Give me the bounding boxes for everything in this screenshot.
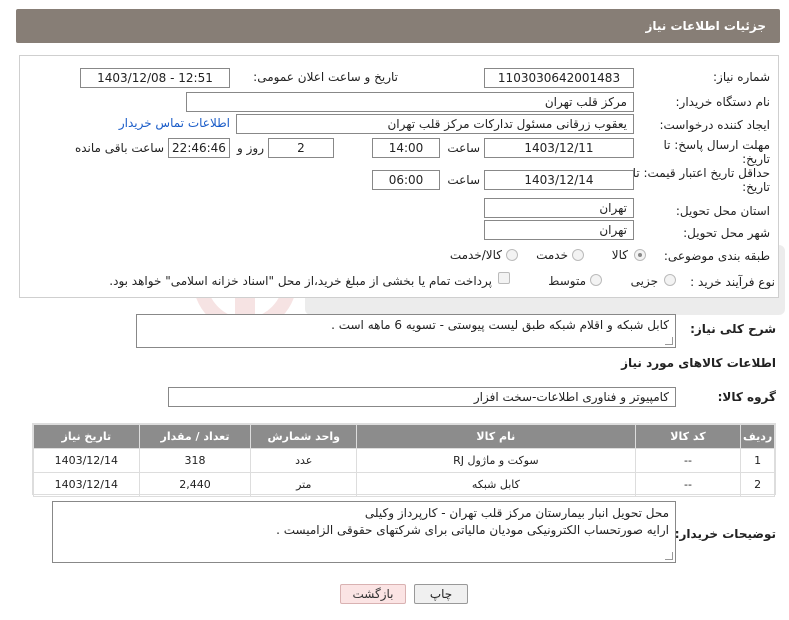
col-unit: واحد شمارش	[250, 424, 358, 449]
validity-time-label: ساعت	[447, 173, 480, 187]
col-code: کد کالا	[634, 424, 742, 449]
validity-label: حداقل تاریخ اعتبار قیمت: تا	[632, 166, 770, 180]
province-field: تهران	[484, 198, 634, 218]
category-radio-goods[interactable]	[634, 249, 646, 261]
col-name: نام کالا	[356, 424, 636, 449]
contact-link[interactable]: اطلاعات تماس خریدار	[110, 116, 230, 130]
reply-deadline-label: مهلت ارسال پاسخ: تا	[663, 138, 770, 152]
validity-label-2: تاریخ:	[742, 180, 770, 194]
creator-field: یعقوب زرقانی مسئول تدارکات مرکز قلب تهرا…	[236, 114, 634, 134]
cell-qty: 2,440	[138, 472, 252, 497]
process-label: نوع فرآیند خرید :	[690, 275, 775, 289]
cell-index: 2	[740, 472, 775, 497]
reply-date-field: 1403/12/11	[484, 138, 634, 158]
buyer-org-field: مرکز قلب تهران	[186, 92, 634, 112]
cell-unit: عدد	[250, 448, 358, 473]
reply-time-label: ساعت	[447, 141, 480, 155]
process-radio-medium[interactable]	[590, 274, 602, 286]
goods-group-field: کامپیوتر و فناوری اطلاعات-سخت افزار	[168, 387, 676, 407]
remaining-label: ساعت باقی مانده	[74, 141, 164, 155]
goods-table-wrap: ردیف کد کالا نام کالا واحد شمارش تعداد /…	[32, 423, 776, 497]
process-option-medium: متوسط	[548, 274, 586, 288]
cell-date: 1403/12/14	[33, 448, 140, 473]
city-field: تهران	[484, 220, 634, 240]
cell-unit: متر	[250, 472, 358, 497]
buyer-notes-textarea[interactable]: محل تحویل انبار بیمارستان مرکز قلب تهران…	[52, 501, 676, 563]
cell-code: --	[634, 448, 742, 473]
buyer-notes-line-1: محل تحویل انبار بیمارستان مرکز قلب تهران…	[364, 506, 669, 520]
col-qty: تعداد / مقدار	[138, 424, 252, 449]
need-number-field: 1103030642001483	[484, 68, 634, 88]
cell-name: سوکت و ماژول RJ	[356, 448, 636, 473]
cell-index: 1	[740, 448, 775, 473]
table-header-row: ردیف کد کالا نام کالا واحد شمارش تعداد /…	[33, 424, 775, 449]
description-label: شرح کلی نیاز:	[690, 322, 776, 336]
category-radio-service[interactable]	[572, 249, 584, 261]
category-option-service: خدمت	[536, 248, 568, 262]
process-option-minor: جزیی	[630, 274, 658, 288]
table-row: 2 -- کابل شبکه متر 2,440 1403/12/14	[33, 472, 775, 497]
reply-deadline-label-2: تاریخ:	[742, 152, 770, 166]
category-option-both: کالا/خدمت	[449, 248, 502, 262]
buyer-notes-line-2: ارایه صورتحساب الکترونیکی مودیان مالیاتی…	[276, 523, 669, 537]
buyer-org-label: نام دستگاه خریدار:	[675, 95, 771, 109]
cell-name: کابل شبکه	[356, 472, 636, 497]
treasury-checkbox[interactable]	[498, 272, 510, 284]
days-label: روز و	[237, 141, 264, 155]
need-number-label: شماره نیاز:	[713, 70, 770, 84]
goods-section-title: اطلاعات کالاهای مورد نیاز	[621, 356, 776, 370]
page-header: جزئیات اطلاعات نیاز	[16, 9, 780, 43]
goods-table: ردیف کد کالا نام کالا واحد شمارش تعداد /…	[33, 424, 775, 497]
category-label: طبقه بندی موضوعی:	[663, 249, 770, 263]
goods-group-label: گروه کالا:	[717, 390, 776, 404]
description-textarea[interactable]: کابل شبکه و اقلام شبکه طبق لیست پیوستی -…	[136, 314, 676, 348]
col-index: ردیف	[740, 424, 775, 449]
table-row: 1 -- سوکت و ماژول RJ عدد 318 1403/12/14	[33, 448, 775, 473]
days-field: 2	[268, 138, 334, 158]
creator-label: ایجاد کننده درخواست:	[659, 118, 770, 132]
announce-field: 1403/12/08 - 12:51	[80, 68, 230, 88]
buyer-notes-label: توضیحات خریدار:	[674, 527, 776, 541]
payment-note: پرداخت تمام یا بخشی از مبلغ خرید،از محل …	[109, 274, 492, 288]
announce-label: تاریخ و ساعت اعلان عمومی:	[253, 70, 398, 84]
resize-grip-icon[interactable]	[665, 552, 673, 560]
resize-grip-icon[interactable]	[665, 337, 673, 345]
validity-time-field: 06:00	[372, 170, 440, 190]
remaining-time-field: 22:46:46	[168, 138, 230, 158]
col-date: تاریخ نیاز	[33, 424, 140, 449]
category-radio-both[interactable]	[506, 249, 518, 261]
validity-date-field: 1403/12/14	[484, 170, 634, 190]
back-button[interactable]: بازگشت	[340, 584, 406, 604]
cell-code: --	[634, 472, 742, 497]
cell-date: 1403/12/14	[33, 472, 140, 497]
process-radio-minor[interactable]	[664, 274, 676, 286]
cell-qty: 318	[138, 448, 252, 473]
print-button[interactable]: چاپ	[414, 584, 468, 604]
city-label: شهر محل تحویل:	[683, 226, 770, 240]
description-text: کابل شبکه و اقلام شبکه طبق لیست پیوستی -…	[331, 318, 669, 332]
province-label: استان محل تحویل:	[675, 204, 770, 218]
reply-time-field: 14:00	[372, 138, 440, 158]
category-option-goods: کالا	[611, 248, 628, 262]
